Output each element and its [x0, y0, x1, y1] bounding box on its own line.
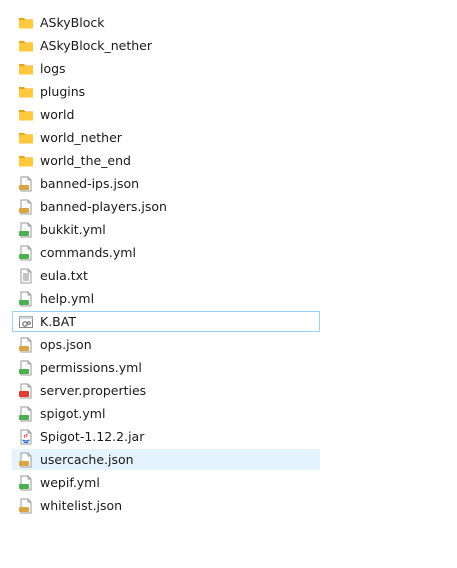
batch-file-icon — [18, 314, 34, 330]
file-list-item[interactable]: world_nether — [12, 127, 320, 148]
file-list-item[interactable]: K.BAT — [12, 311, 320, 332]
folder-icon — [18, 38, 34, 54]
file-name: wepif.yml — [40, 474, 100, 490]
yml-file-icon — [18, 406, 34, 422]
file-list: ASkyBlock ASkyBlock_netherlogs plugins worl… — [12, 12, 320, 518]
file-list-item[interactable]: ops.json — [12, 334, 320, 355]
folder-icon — [18, 130, 34, 146]
file-name: permissions.yml — [40, 359, 142, 375]
yml-file-icon — [18, 222, 34, 238]
file-list-item[interactable]: world_the_end — [12, 150, 320, 171]
file-list-item[interactable]: Spigot-1.12.2.jar — [12, 426, 320, 447]
file-name: spigot.yml — [40, 405, 106, 421]
file-name: ASkyBlock_nether — [40, 37, 152, 53]
file-name: Spigot-1.12.2.jar — [40, 428, 145, 444]
json-file-icon — [18, 199, 34, 215]
file-name: plugins — [40, 83, 86, 99]
file-list-item[interactable]: help.yml — [12, 288, 320, 309]
yml-file-icon — [18, 360, 34, 376]
file-list-item[interactable]: commands.yml — [12, 242, 320, 263]
file-name: world_nether — [40, 129, 122, 145]
folder-icon — [18, 15, 34, 31]
properties-file-icon — [18, 383, 34, 399]
file-name: bukkit.yml — [40, 221, 106, 237]
folder-icon — [18, 61, 34, 77]
json-file-icon — [18, 498, 34, 514]
file-name: whitelist.json — [40, 497, 123, 513]
json-file-icon — [18, 452, 34, 468]
yml-file-icon — [18, 245, 34, 261]
file-list-item[interactable]: whitelist.json — [12, 495, 320, 516]
json-file-icon — [18, 176, 34, 192]
file-list-item[interactable]: server.properties — [12, 380, 320, 401]
file-list-item[interactable]: bukkit.yml — [12, 219, 320, 240]
file-list-item[interactable]: world — [12, 104, 320, 125]
folder-icon — [18, 153, 34, 169]
file-name: ops.json — [40, 336, 92, 352]
file-name: usercache.json — [40, 451, 134, 467]
file-list-item[interactable]: wepif.yml — [12, 472, 320, 493]
file-name: logs — [40, 60, 66, 76]
file-name: banned-ips.json — [40, 175, 140, 191]
file-list-item[interactable]: permissions.yml — [12, 357, 320, 378]
file-name: eula.txt — [40, 267, 88, 283]
json-file-icon — [18, 337, 34, 353]
file-name: commands.yml — [40, 244, 136, 260]
file-list-item[interactable]: banned-players.json — [12, 196, 320, 217]
file-name: ASkyBlock — [40, 14, 105, 30]
file-list-item[interactable]: banned-ips.json — [12, 173, 320, 194]
file-name: K.BAT — [40, 313, 76, 329]
file-list-item[interactable]: plugins — [12, 81, 320, 102]
file-list-item[interactable]: usercache.json — [12, 449, 320, 470]
file-name: world — [40, 106, 75, 122]
file-name: world_the_end — [40, 152, 131, 168]
file-list-item[interactable]: ASkyBlock — [12, 12, 320, 33]
file-name: banned-players.json — [40, 198, 167, 214]
file-list-item[interactable]: ASkyBlock_nether — [12, 35, 320, 56]
yml-file-icon — [18, 291, 34, 307]
file-list-item[interactable]: spigot.yml — [12, 403, 320, 424]
file-name: server.properties — [40, 382, 147, 398]
jar-file-icon — [18, 429, 34, 445]
file-list-item[interactable]: logs — [12, 58, 320, 79]
folder-icon — [18, 84, 34, 100]
file-list-item[interactable]: eula.txt — [12, 265, 320, 286]
text-file-icon — [18, 268, 34, 284]
yml-file-icon — [18, 475, 34, 491]
folder-icon — [18, 107, 34, 123]
file-name: help.yml — [40, 290, 95, 306]
